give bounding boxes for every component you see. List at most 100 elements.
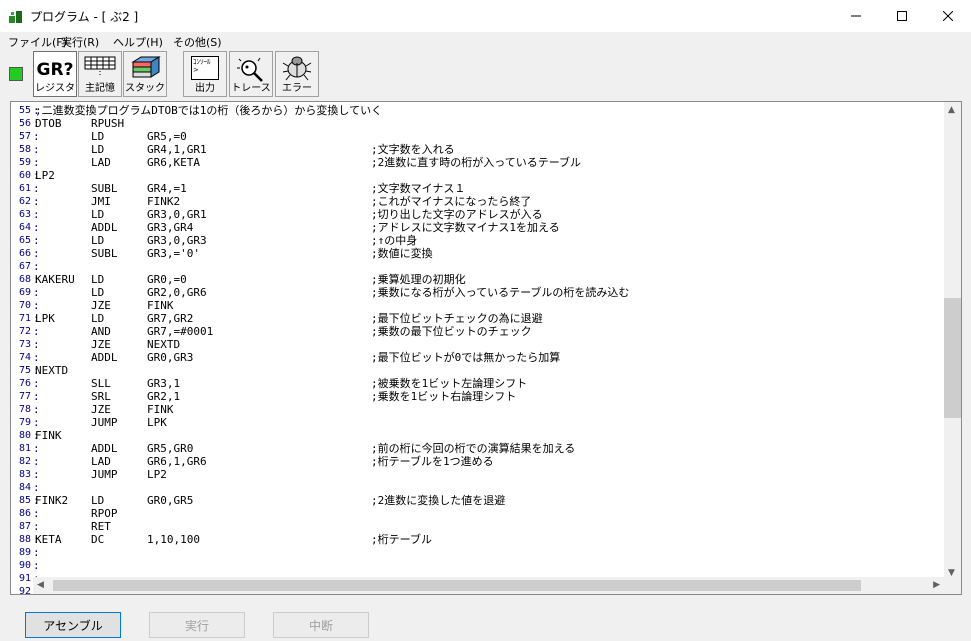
line-separator: : bbox=[33, 390, 40, 403]
scroll-left-icon[interactable]: ◀ bbox=[37, 580, 44, 590]
line-number: 63 bbox=[18, 209, 31, 220]
code-comment: ;文字数を入れる bbox=[371, 143, 455, 156]
output-button[interactable]: ｺﾝｿｰﾙ > 出力 bbox=[183, 51, 227, 97]
code-line[interactable]: 67: bbox=[11, 260, 941, 273]
code-comment: ;被乗数を1ビット左論理シフト bbox=[371, 377, 528, 390]
code-operand: GR4,1,GR1 bbox=[147, 143, 207, 156]
scroll-down-icon[interactable]: ▼ bbox=[948, 568, 955, 578]
code-line[interactable]: 68: KAKERU LD GR0,=0 ;乗算処理の初期化 bbox=[11, 273, 941, 286]
register-label: レジスタ bbox=[35, 83, 75, 94]
status-indicator bbox=[9, 67, 23, 81]
code-line[interactable]: 81: ADDL GR5,GR0 ;前の桁に今回の桁での演算結果を加える bbox=[11, 442, 941, 455]
minimize-button[interactable] bbox=[833, 0, 879, 32]
menu-run[interactable]: 実行(R) bbox=[61, 34, 99, 50]
stop-button[interactable]: 中断 bbox=[273, 612, 369, 638]
trace-button[interactable]: トレース bbox=[229, 51, 273, 97]
code-line[interactable]: 73: JZE NEXTD bbox=[11, 338, 941, 351]
line-number: 69 bbox=[18, 287, 31, 298]
menu-file[interactable]: ファイル(F) bbox=[8, 34, 67, 50]
code-line[interactable]: 78: JZE FINK bbox=[11, 403, 941, 416]
stack-button[interactable]: スタック bbox=[123, 51, 167, 97]
code-line[interactable]: 63: LD GR3,0,GR1 ;切り出した文字のアドレスが入る bbox=[11, 208, 941, 221]
code-opcode: SUBL bbox=[91, 247, 118, 260]
line-number: 81 bbox=[18, 443, 31, 454]
vertical-scroll-thumb[interactable] bbox=[944, 298, 961, 418]
code-line[interactable]: 65: LD GR3,0,GR3 ;↑の中身 bbox=[11, 234, 941, 247]
line-number: 88 bbox=[18, 534, 31, 545]
line-number: 55 bbox=[18, 105, 31, 116]
code-line[interactable]: 89: bbox=[11, 546, 941, 559]
code-opcode: SRL bbox=[91, 390, 111, 403]
line-separator: : bbox=[33, 559, 40, 572]
horizontal-scroll-thumb[interactable] bbox=[53, 580, 861, 591]
code-line[interactable]: 74: ADDL GR0,GR3 ;最下位ビットが0では無かったら加算 bbox=[11, 351, 941, 364]
code-line[interactable]: 87: RET bbox=[11, 520, 941, 533]
code-line[interactable]: 64: ADDL GR3,GR4 ;アドレスに文字数マイナス1を加える bbox=[11, 221, 941, 234]
vertical-scrollbar[interactable]: ▲ ▼ bbox=[944, 102, 961, 594]
code-label: LPK bbox=[35, 312, 55, 325]
code-line[interactable]: 72: AND GR7,=#0001 ;乗数の最下位ビットのチェック bbox=[11, 325, 941, 338]
code-line[interactable]: 80: FINK bbox=[11, 429, 941, 442]
line-separator: : bbox=[33, 143, 40, 156]
code-line[interactable]: 79: JUMP LPK bbox=[11, 416, 941, 429]
code-line[interactable]: 71: LPK LD GR7,GR2 ;最下位ビットチェックの為に退避 bbox=[11, 312, 941, 325]
register-button[interactable]: GR? レジスタ bbox=[33, 51, 77, 97]
code-opcode: JUMP bbox=[91, 416, 118, 429]
code-comment: ;これがマイナスになったら終了 bbox=[371, 195, 532, 208]
code-opcode: LD bbox=[91, 130, 105, 143]
assemble-button[interactable]: アセンブル bbox=[25, 612, 121, 638]
horizontal-scrollbar[interactable]: ◀ ▶ bbox=[33, 577, 944, 594]
code-line[interactable]: 86: RPOP bbox=[11, 507, 941, 520]
code-editor[interactable]: 55: ;二進数変換プログラムDTOBでは1の桁（後ろから）から変換していく 56:… bbox=[10, 101, 962, 595]
code-operand: LPK bbox=[147, 416, 167, 429]
line-separator: : bbox=[33, 481, 40, 494]
code-operand: 1,10,100 bbox=[147, 533, 200, 546]
code-opcode: LAD bbox=[91, 156, 111, 169]
line-number: 83 bbox=[18, 469, 31, 480]
toolbar: GR? レジスタ 主記憶 スタック ｺﾝｿｰﾙ > 出力 トレース エラー bbox=[0, 50, 971, 100]
scroll-up-icon[interactable]: ▲ bbox=[948, 105, 955, 115]
code-line[interactable]: 55: ;二進数変換プログラムDTOBでは1の桁（後ろから）から変換していく bbox=[11, 104, 941, 117]
code-line[interactable]: 76: SLL GR3,1 ;被乗数を1ビット左論理シフト bbox=[11, 377, 941, 390]
code-line[interactable]: 90: bbox=[11, 559, 941, 572]
code-line[interactable]: 62: JMI FINK2 ;これがマイナスになったら終了 bbox=[11, 195, 941, 208]
code-line[interactable]: 59: LAD GR6,KETA ;2進数に直す時の桁が入っているテーブル bbox=[11, 156, 941, 169]
code-comment: ;最下位ビットが0では無かったら加算 bbox=[371, 351, 561, 364]
maximize-button[interactable] bbox=[879, 0, 925, 32]
stack-label: スタック bbox=[125, 83, 165, 94]
memory-button[interactable]: 主記憶 bbox=[78, 51, 122, 97]
code-line[interactable]: 83: JUMP LP2 bbox=[11, 468, 941, 481]
run-button[interactable]: 実行 bbox=[149, 612, 245, 638]
error-button[interactable]: エラー bbox=[275, 51, 319, 97]
code-line[interactable]: 66: SUBL GR3,='0' ;数値に変換 bbox=[11, 247, 941, 260]
menu-help[interactable]: ヘルプ(H) bbox=[113, 34, 163, 50]
code-opcode: RPOP bbox=[91, 507, 118, 520]
code-line[interactable]: 77: SRL GR2,1 ;乗数を1ビット右論理シフト bbox=[11, 390, 941, 403]
line-number: 60 bbox=[18, 170, 31, 181]
code-label: FINK2 bbox=[35, 494, 69, 507]
code-line[interactable]: 57: LD GR5,=0 bbox=[11, 130, 941, 143]
code-line[interactable]: 85: FINK2 LD GR0,GR5 ;2進数に変換した値を退避 bbox=[11, 494, 941, 507]
line-number: 78 bbox=[18, 404, 31, 415]
code-line[interactable]: 88: KETA DC 1,10,100 ;桁テーブル bbox=[11, 533, 941, 546]
code-comment: ;↑の中身 bbox=[371, 234, 418, 247]
scroll-right-icon[interactable]: ▶ bbox=[933, 580, 940, 590]
code-operand: GR5,=0 bbox=[147, 130, 187, 143]
code-line[interactable]: 70: JZE FINK bbox=[11, 299, 941, 312]
line-number: 71 bbox=[18, 313, 31, 324]
menu-other[interactable]: その他(S) bbox=[173, 34, 222, 50]
code-line[interactable]: 84: bbox=[11, 481, 941, 494]
code-line[interactable]: 56: DTOB RPUSH bbox=[11, 117, 941, 130]
code-line[interactable]: 60: LP2 bbox=[11, 169, 941, 182]
close-button[interactable] bbox=[925, 0, 971, 32]
line-number: 91 bbox=[18, 573, 31, 584]
code-opcode: ADDL bbox=[91, 442, 118, 455]
code-line[interactable]: 82: LAD GR6,1,GR6 ;桁テーブルを1つ進める bbox=[11, 455, 941, 468]
code-line[interactable]: 69: LD GR2,0,GR6 ;乗数になる桁が入っているテーブルの桁を読み込む bbox=[11, 286, 941, 299]
code-line[interactable]: 75: NEXTD bbox=[11, 364, 941, 377]
line-number: 58 bbox=[18, 144, 31, 155]
code-line[interactable]: 61: SUBL GR4,=1 ;文字数マイナス１ bbox=[11, 182, 941, 195]
code-line[interactable]: 58: LD GR4,1,GR1 ;文字数を入れる bbox=[11, 143, 941, 156]
line-separator: : bbox=[33, 455, 40, 468]
line-separator: : bbox=[33, 130, 40, 143]
